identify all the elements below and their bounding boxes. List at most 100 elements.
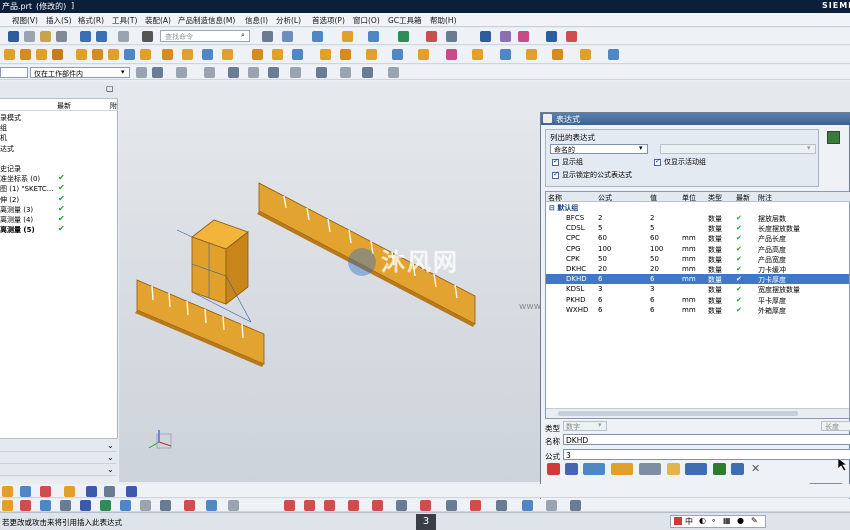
navigator-row[interactable]: 录模式 bbox=[0, 113, 118, 123]
trim-body-icon[interactable] bbox=[252, 49, 263, 60]
import-icon[interactable] bbox=[731, 463, 744, 475]
curve-offset-icon[interactable] bbox=[420, 500, 431, 511]
listed-filter-select[interactable]: 命名的 ▾ bbox=[550, 144, 648, 154]
curve-arc-icon[interactable] bbox=[304, 500, 315, 511]
lasso-icon[interactable] bbox=[176, 67, 187, 78]
finish-sketch-icon[interactable] bbox=[228, 500, 239, 511]
constraint-icon[interactable] bbox=[518, 31, 529, 42]
navigator-row[interactable]: 准坐标系 (0) ✔ bbox=[0, 174, 118, 184]
mirror-icon[interactable] bbox=[222, 49, 233, 60]
user-icon[interactable]: ● bbox=[737, 516, 744, 525]
curve-split-icon[interactable] bbox=[496, 500, 507, 511]
horizontal-scrollbar[interactable] bbox=[546, 408, 849, 418]
copy-icon[interactable] bbox=[40, 31, 51, 42]
snap-center-icon[interactable] bbox=[316, 67, 327, 78]
group-filter-select[interactable]: ▾ bbox=[660, 144, 816, 154]
rectangle-icon[interactable] bbox=[120, 500, 131, 511]
accept-edit-icon[interactable] bbox=[547, 463, 560, 475]
boss-icon[interactable] bbox=[52, 49, 63, 60]
menu-help[interactable]: 帮助(H) bbox=[430, 15, 457, 26]
paste-icon[interactable] bbox=[56, 31, 67, 42]
thicken-icon[interactable] bbox=[340, 49, 351, 60]
analysis-icon[interactable] bbox=[426, 31, 437, 42]
delete-face-icon[interactable] bbox=[526, 49, 537, 60]
moon-icon[interactable]: ◐ bbox=[699, 516, 706, 525]
extend-icon[interactable] bbox=[206, 500, 217, 511]
split-body-icon[interactable] bbox=[272, 49, 283, 60]
datum-plane-icon[interactable] bbox=[2, 486, 13, 497]
chamfer-icon[interactable] bbox=[140, 49, 151, 60]
navigator-row[interactable]: 离测量 (3) ✔ bbox=[0, 205, 118, 215]
curve-fillet-icon[interactable] bbox=[348, 500, 359, 511]
pin-icon[interactable]: ▢ bbox=[106, 84, 114, 93]
details-section[interactable]: ⌄ bbox=[0, 441, 116, 452]
ime-toolbar[interactable]: 中 ◐ ∘ ▦ ● ✎ bbox=[670, 515, 766, 528]
replace-face-icon[interactable] bbox=[500, 49, 511, 60]
table-row[interactable]: PKHD 6 6 mm 数量 ✔ 平卡厚度 bbox=[546, 295, 849, 305]
save-icon[interactable] bbox=[8, 31, 19, 42]
menu-analysis[interactable]: 分析(L) bbox=[276, 15, 301, 26]
measure-dropdown-icon[interactable] bbox=[583, 463, 605, 475]
blend-icon[interactable] bbox=[124, 49, 135, 60]
spline-icon[interactable] bbox=[160, 500, 171, 511]
type-filter-select[interactable] bbox=[0, 67, 28, 78]
navigator-row[interactable]: 组 bbox=[0, 123, 118, 133]
table-row[interactable]: KDSL 3 3 数量 ✔ 宽度摆放数量 bbox=[546, 284, 849, 294]
table-row[interactable]: CPG 100 100 mm 数量 ✔ 产品高度 bbox=[546, 244, 849, 254]
point-icon[interactable] bbox=[64, 486, 75, 497]
sync-icon[interactable] bbox=[446, 49, 457, 60]
snap-quadrant-icon[interactable] bbox=[340, 67, 351, 78]
keyboard-icon[interactable]: ▦ bbox=[723, 516, 731, 525]
dimension-icon[interactable] bbox=[566, 31, 577, 42]
navigator-row[interactable]: 机 bbox=[0, 133, 118, 143]
list-dropdown-icon[interactable] bbox=[685, 463, 707, 475]
cut-icon[interactable] bbox=[24, 31, 35, 42]
table-row[interactable]: DKHD 6 6 mm 数量 ✔ 刀卡厚度 bbox=[546, 274, 849, 285]
show-groups-checkbox[interactable] bbox=[552, 157, 559, 166]
draft-icon[interactable] bbox=[182, 49, 193, 60]
show-locked-checkbox[interactable] bbox=[552, 170, 559, 179]
offset-face-icon[interactable] bbox=[292, 49, 303, 60]
link-dropdown-icon[interactable] bbox=[639, 463, 661, 475]
navigator-row[interactable]: 史记录 bbox=[0, 164, 118, 174]
curve-rect-icon[interactable] bbox=[372, 500, 383, 511]
menu-window[interactable]: 窗口(O) bbox=[353, 15, 380, 26]
curve-extract-icon[interactable] bbox=[570, 500, 581, 511]
name-input[interactable]: DKHD bbox=[563, 434, 850, 445]
navigator-row[interactable]: 图 (1) "SKETC... ✔ bbox=[0, 184, 118, 194]
rectangle-select-icon[interactable] bbox=[204, 67, 215, 78]
snap-control-icon[interactable] bbox=[268, 67, 279, 78]
shell-icon[interactable] bbox=[162, 49, 173, 60]
show-active-only-checkbox[interactable] bbox=[654, 157, 661, 166]
extrude-icon[interactable] bbox=[4, 49, 15, 60]
table-row[interactable]: CPK 50 50 mm 数量 ✔ 产品宽度 bbox=[546, 254, 849, 264]
unite-icon[interactable] bbox=[76, 49, 87, 60]
menu-assembly[interactable]: 装配(A) bbox=[145, 15, 171, 26]
table-row[interactable]: DKHC 20 20 mm 数量 ✔ 刀卡缓冲 bbox=[546, 264, 849, 274]
snap-icon[interactable] bbox=[480, 31, 491, 42]
measure-icon[interactable] bbox=[446, 31, 457, 42]
line-icon[interactable] bbox=[40, 500, 51, 511]
table-row[interactable]: CPC 60 60 mm 数量 ✔ 产品长度 bbox=[546, 233, 849, 243]
shaded-icon[interactable] bbox=[312, 31, 323, 42]
command-search-input[interactable]: 查找命令 ⌕ bbox=[160, 30, 250, 42]
column-header[interactable]: 值 bbox=[650, 193, 657, 203]
snap-endpoint-icon[interactable] bbox=[228, 67, 239, 78]
snap-intersection-icon[interactable] bbox=[290, 67, 301, 78]
tools-icon[interactable]: ✎ bbox=[751, 516, 758, 525]
preview-section[interactable]: ⌄ bbox=[0, 453, 116, 464]
curve-point-icon[interactable] bbox=[396, 500, 407, 511]
select-all-icon[interactable] bbox=[152, 67, 163, 78]
pull-face-icon[interactable] bbox=[608, 49, 619, 60]
default-group-row[interactable]: ⊟ 默认组 bbox=[549, 203, 578, 213]
column-header[interactable]: 名称 bbox=[548, 193, 562, 203]
curve-project-icon[interactable] bbox=[446, 500, 457, 511]
menu-format[interactable]: 格式(R) bbox=[78, 15, 104, 26]
scope-filter-select[interactable]: 仅在工作部件内 ▾ bbox=[30, 67, 130, 78]
curve-bridge-icon[interactable] bbox=[546, 500, 557, 511]
sweep-icon[interactable] bbox=[320, 49, 331, 60]
datum-csys-icon[interactable] bbox=[40, 486, 51, 497]
note-icon[interactable] bbox=[104, 486, 115, 497]
arc-icon[interactable] bbox=[60, 500, 71, 511]
repeat-icon[interactable] bbox=[118, 31, 129, 42]
